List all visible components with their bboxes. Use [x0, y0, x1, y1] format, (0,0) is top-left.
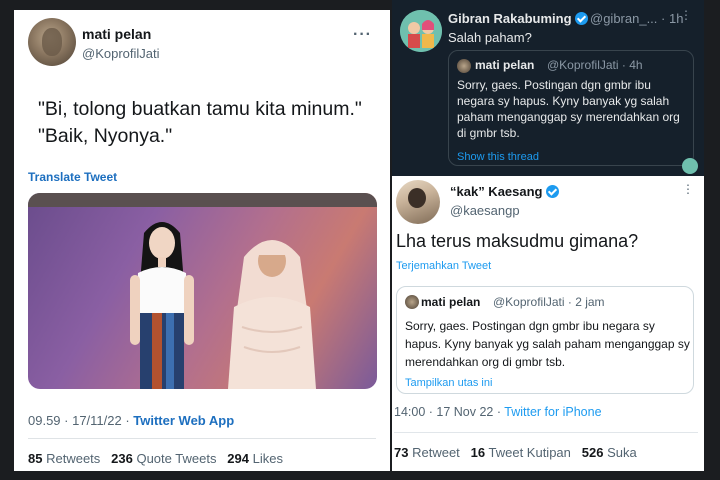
user-avatar[interactable]: [396, 180, 440, 224]
tweet-text: "Bi, tolong buatkan tamu kita minum." "B…: [38, 96, 378, 150]
tweet-source[interactable]: Twitter for iPhone: [504, 405, 601, 419]
mini-avatar-icon[interactable]: [682, 158, 698, 174]
user-handle[interactable]: @KoprofilJati: [82, 46, 160, 61]
tweet-meta: 14:00 · 17 Nov 22 · Twitter for iPhone: [394, 405, 602, 419]
quote-tweets-stat[interactable]: 16 Tweet Kutipan: [471, 445, 571, 460]
quoted-tweet-text: Sorry, gaes. Postingan dgn gmbr ibu nega…: [457, 78, 680, 140]
quoted-user-avatar: [457, 59, 471, 73]
more-options-icon[interactable]: ···: [353, 26, 372, 44]
verified-badge-icon: [574, 12, 588, 25]
tweet-text: Lha terus maksudmu gimana?: [396, 231, 639, 251]
tweet-photo[interactable]: [28, 193, 377, 389]
tweet-timestamp[interactable]: 09.59 · 17/11/22 ·: [28, 413, 133, 428]
woman-figure-right: [228, 240, 316, 389]
retweets-stat[interactable]: 73 Retweet: [394, 445, 460, 460]
likes-stat[interactable]: 526 Suka: [582, 445, 637, 460]
reply-tweet-card: Gibran Rakabuming @gibran_... · 1h ⋮ Sal…: [392, 0, 704, 176]
translate-tweet-link[interactable]: Translate Tweet: [28, 170, 117, 184]
quoted-user-name: mati pelan: [421, 295, 481, 309]
likes-stat[interactable]: 294 Likes: [227, 451, 283, 466]
tweet-source[interactable]: Twitter Web App: [133, 413, 234, 428]
quoted-user-name: mati pelan: [475, 58, 535, 72]
quote-tweets-stat[interactable]: 236 Quote Tweets: [111, 451, 216, 466]
cartoon-avatar-icon: [400, 10, 442, 52]
kaesang-tweet-card: “kak” Kaesang @kaesangp ⋮ Lha terus maks…: [392, 176, 704, 471]
divider: [28, 438, 376, 439]
user-avatar[interactable]: [400, 10, 442, 52]
retweets-stat[interactable]: 85 Retweets: [28, 451, 100, 466]
tweet-stats: 73 Retweet 16 Tweet Kutipan 526 Suka: [394, 445, 637, 460]
photo-wall: [28, 193, 377, 207]
more-options-icon[interactable]: ⋮: [680, 8, 692, 22]
woman-figure-left: [130, 222, 194, 389]
quoted-tweet[interactable]: mati pelan @KoprofilJati · 4h Sorry, gae…: [448, 50, 694, 166]
user-name[interactable]: mati pelan: [82, 26, 151, 42]
show-thread-link[interactable]: Tampilkan utas ini: [405, 377, 492, 389]
tweet-text-line: "Bi, tolong buatkan tamu kita minum.": [38, 98, 362, 120]
quoted-user-handle: @KoprofilJati · 2 jam: [493, 295, 605, 309]
quoted-user-avatar: [405, 295, 419, 309]
tweet-meta: 09.59 · 17/11/22 · Twitter Web App: [28, 413, 234, 428]
left-tweet-card: mati pelan @KoprofilJati ··· "Bi, tolong…: [14, 10, 390, 471]
tweet-timestamp[interactable]: 14:00 · 17 Nov 22 ·: [394, 405, 504, 419]
quoted-user-handle: @KoprofilJati · 4h: [547, 58, 643, 72]
tweet-text: Salah paham?: [448, 30, 532, 45]
user-handle[interactable]: @kaesangp: [450, 203, 520, 218]
verified-badge-icon: [545, 185, 559, 198]
more-options-icon[interactable]: ⋮: [682, 182, 694, 196]
divider: [394, 432, 698, 433]
tweet-text-line: "Baik, Nyonya.": [38, 125, 173, 147]
translate-tweet-link[interactable]: Terjemahkan Tweet: [396, 260, 491, 272]
user-name[interactable]: Gibran Rakabuming: [448, 11, 588, 26]
tweet-stats: 85 Retweets 236 Quote Tweets 294 Likes: [28, 451, 283, 466]
user-handle[interactable]: @gibran_... · 1h: [590, 11, 683, 26]
show-thread-link[interactable]: Show this thread: [457, 151, 539, 163]
user-avatar[interactable]: [28, 18, 76, 66]
quoted-tweet[interactable]: mati pelan @KoprofilJati · 2 jam Sorry, …: [396, 286, 694, 394]
user-name[interactable]: “kak” Kaesang: [450, 184, 559, 199]
quoted-tweet-text: Sorry, gaes. Postingan dgn gmbr ibu nega…: [405, 319, 690, 369]
